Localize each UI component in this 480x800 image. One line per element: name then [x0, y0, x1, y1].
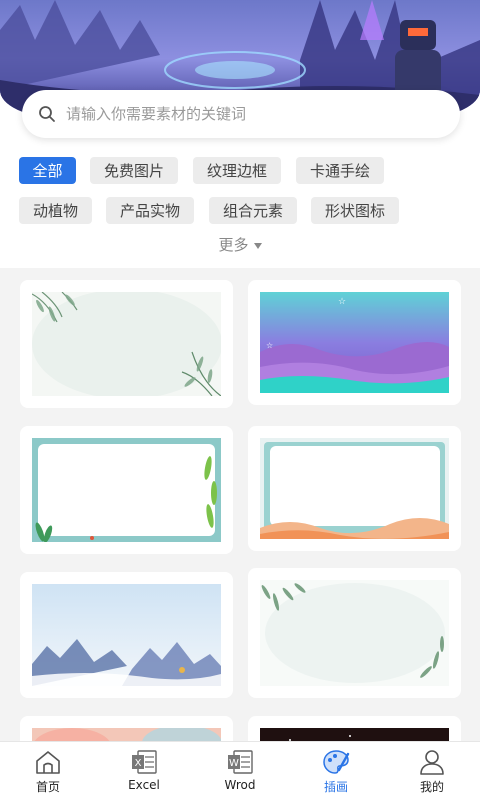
svg-text:X: X [135, 758, 142, 769]
nav-excel[interactable]: X Excel [96, 742, 192, 800]
chip-free-images[interactable]: 免费图片 [90, 157, 178, 184]
caret-down-icon [253, 242, 262, 249]
chip-all[interactable]: 全部 [19, 157, 76, 184]
chip-cartoon[interactable]: 卡通手绘 [296, 157, 384, 184]
svg-text:☆: ☆ [266, 341, 273, 350]
search-bar[interactable] [22, 90, 460, 138]
template-thumbnail: ☆ ☆ [260, 292, 449, 393]
template-card[interactable] [20, 280, 233, 408]
word-icon: W [228, 750, 253, 774]
user-icon [420, 750, 444, 775]
chip-combined-elements[interactable]: 组合元素 [209, 197, 297, 224]
more-button[interactable]: 更多 [0, 234, 480, 255]
template-card[interactable] [20, 426, 233, 554]
palette-icon [323, 750, 350, 774]
nav-illustration-label: 插画 [323, 780, 348, 794]
nav-home[interactable]: 首页 [0, 742, 96, 800]
template-card[interactable] [248, 568, 461, 698]
template-thumbnail [32, 438, 221, 542]
chip-animals-plants[interactable]: 动植物 [19, 197, 92, 224]
template-thumbnail [260, 438, 449, 539]
nav-word-label: Wrod [224, 778, 256, 792]
home-icon [36, 751, 60, 774]
chip-products[interactable]: 产品实物 [106, 197, 194, 224]
template-card[interactable]: ☆ ☆ [248, 280, 461, 405]
svg-text:☆: ☆ [338, 297, 346, 307]
nav-excel-label: Excel [128, 778, 160, 792]
nav-illustration[interactable]: 插画 [288, 742, 384, 800]
search-input[interactable] [66, 105, 426, 123]
nav-word[interactable]: W Wrod [192, 742, 288, 800]
chip-texture-border[interactable]: 纹理边框 [193, 157, 281, 184]
template-card[interactable] [248, 426, 461, 551]
template-card[interactable] [20, 572, 233, 698]
search-icon [39, 106, 55, 122]
nav-profile[interactable]: 我的 [384, 742, 480, 800]
template-thumbnail [32, 292, 221, 396]
svg-text:W: W [229, 758, 239, 769]
chip-shape-icons[interactable]: 形状图标 [311, 197, 399, 224]
template-thumbnail [32, 584, 221, 686]
bottom-nav: 首页 X Excel W Wrod 插画 我的 [0, 741, 480, 800]
nav-profile-label: 我的 [419, 780, 444, 794]
excel-icon: X [132, 750, 157, 774]
more-label: 更多 [218, 236, 249, 254]
nav-home-label: 首页 [35, 780, 60, 794]
template-thumbnail [260, 580, 449, 686]
